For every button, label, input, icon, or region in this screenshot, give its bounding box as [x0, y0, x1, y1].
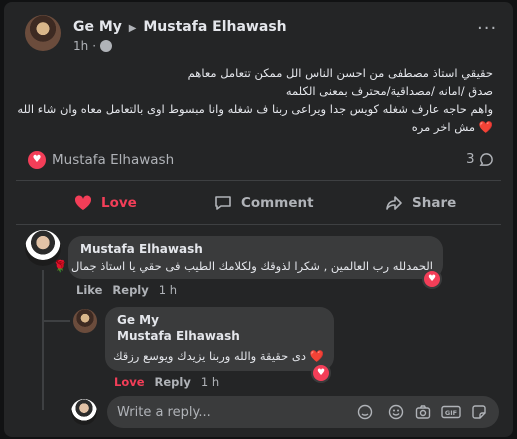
reply-link[interactable]: Reply — [112, 283, 148, 297]
reply-mention[interactable]: Mustafa Elhawash — [117, 329, 240, 343]
post-line: واهم حاجه عارف شغله كويس جدا ويراعى ربنا… — [17, 102, 493, 116]
like-link[interactable]: Like — [76, 283, 102, 297]
reply-time[interactable]: 1 h — [201, 375, 219, 389]
comment-love-reaction[interactable]: ♥ — [422, 269, 442, 289]
ellipsis-icon[interactable]: ··· — [477, 20, 499, 38]
share-button[interactable]: Share — [385, 188, 456, 218]
avatar-sticker-icon[interactable] — [357, 404, 373, 420]
post-header-names: Ge My ▶ Mustafa Elhawash — [73, 19, 287, 35]
reply-composer: GIF — [107, 396, 499, 428]
heart-icon — [74, 195, 92, 210]
reply-author[interactable]: Ge My — [117, 313, 159, 327]
author-name[interactable]: Ge My — [73, 19, 122, 35]
reply-love-reaction[interactable]: ♥ — [311, 363, 331, 383]
heart-emoji: ❤️ — [478, 120, 493, 134]
comment-time[interactable]: 1 h — [159, 283, 177, 297]
reply-input[interactable] — [107, 396, 347, 428]
sticker-icon[interactable] — [471, 404, 487, 420]
love-link[interactable]: Love — [114, 375, 145, 389]
comments-count[interactable]: 3 — [466, 151, 494, 167]
post-card: Ge My ▶ Mustafa Elhawash 1h · ··· حقيقي … — [4, 2, 513, 437]
comment-actions: Like Reply 1 h — [76, 283, 177, 297]
audience-icon — [100, 40, 113, 52]
target-name[interactable]: Mustafa Elhawash — [143, 19, 286, 35]
composer-avatar[interactable] — [71, 399, 97, 425]
heart-emoji: ❤️ — [309, 349, 324, 363]
post-line-last: ❤️ مش اخر مره — [411, 120, 493, 134]
gif-icon[interactable]: GIF — [441, 404, 461, 420]
post-line: حقيقي استاذ مصطفى من احسن الناس الل ممكن… — [187, 66, 493, 80]
comment-bubble-icon — [479, 152, 493, 166]
divider — [16, 180, 501, 181]
comment-icon — [215, 196, 231, 210]
svg-text:GIF: GIF — [445, 409, 457, 417]
author-avatar[interactable] — [25, 15, 61, 51]
comment-author[interactable]: Mustafa Elhawash — [80, 242, 203, 256]
post-body: حقيقي استاذ مصطفى من احسن الناس الل ممكن… — [17, 64, 493, 136]
comment-button[interactable]: Comment — [214, 188, 314, 218]
comment-bubble: Mustafa Elhawash الحمدلله رب العالمين , … — [53, 236, 443, 279]
thread-line — [42, 270, 44, 410]
post-time[interactable]: 1h — [73, 39, 88, 53]
reactions-label[interactable]: Mustafa Elhawash — [52, 152, 174, 168]
comment-text: الحمدلله رب العالمين , شكرا لذوقك ولكلام… — [53, 259, 433, 273]
reply-link[interactable]: Reply — [155, 375, 191, 389]
thread-curve — [42, 320, 70, 322]
arrow-right-icon: ▶ — [128, 23, 137, 34]
love-reaction-icon[interactable]: ♥ — [28, 151, 46, 169]
reply-avatar[interactable] — [73, 309, 97, 333]
reply-text: ❤️ دى حقيقة والله وربنا يزيدك ويوسع رزقك — [113, 349, 324, 363]
smiley-icon[interactable] — [388, 404, 404, 420]
reply-actions: Love Reply 1 h — [114, 375, 219, 389]
camera-icon[interactable] — [415, 404, 431, 420]
post-meta: 1h · — [73, 39, 113, 53]
divider — [16, 224, 501, 225]
share-icon — [386, 196, 402, 210]
reply-bubble: Ge My Mustafa Elhawash ❤️ دى حقيقة والله… — [105, 307, 334, 371]
love-button[interactable]: Love — [74, 188, 137, 218]
post-line: صدق /امانه /مصداقية/محترف بمعنى الكلمه — [285, 84, 493, 98]
